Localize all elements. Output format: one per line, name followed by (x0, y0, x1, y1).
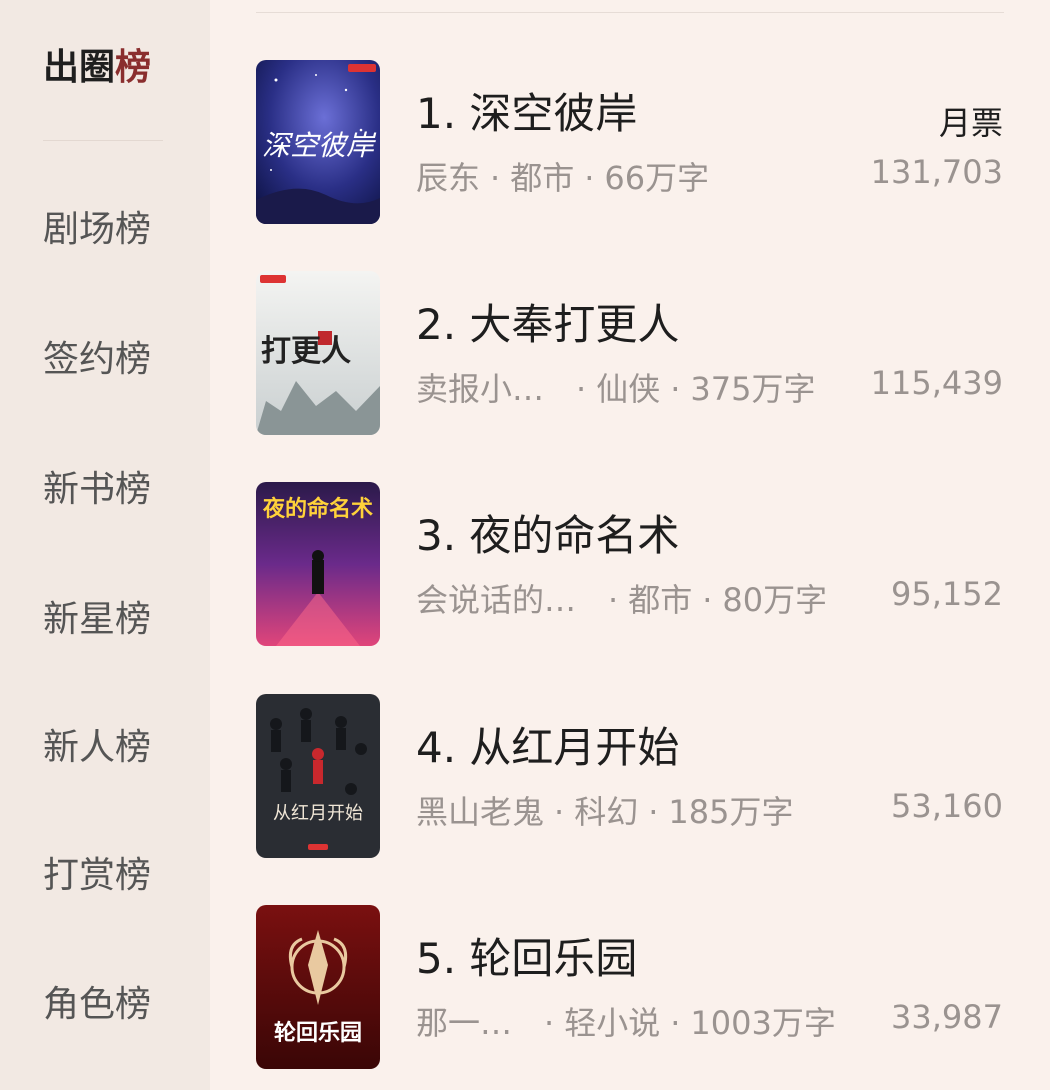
sidebar-item-xinxing[interactable]: 新星榜 (43, 590, 151, 642)
book-title[interactable]: 1. 深空彼岸 (416, 80, 637, 141)
book-meta: 卖报小… · 仙侠 · 375万字 (416, 370, 816, 408)
book-row[interactable]: 夜的命名术 3. 夜的命名术 会说话的… · 都市 · 80万字 95,152 (210, 482, 1050, 652)
book-row[interactable]: 从红月开始 4. 从红月开始 黑山老鬼 · 科幻 · 185万字 53,160 (210, 694, 1050, 864)
ranking-sidebar: 出圈榜 剧场榜 签约榜 新书榜 新星榜 新人榜 打赏榜 角色榜 (0, 0, 210, 1090)
votes-column-label: 月票 (938, 104, 1003, 142)
book-word-count: 375万字 (690, 370, 816, 408)
book-cover[interactable]: 深空彼岸 (256, 60, 380, 224)
book-votes: 115,439 (870, 364, 1003, 402)
book-cover[interactable]: 轮回乐园 (256, 905, 380, 1069)
book-genre: 仙侠 (596, 370, 661, 408)
book-cover[interactable]: 从红月开始 (256, 694, 380, 858)
sidebar-item-qianyue[interactable]: 签约榜 (43, 330, 151, 382)
book-cover[interactable]: 夜的命名术 (256, 482, 380, 646)
book-meta: 会说话的… · 都市 · 80万字 (416, 581, 828, 619)
book-author: 卖报小… (416, 370, 545, 408)
book-word-count: 185万字 (668, 793, 794, 831)
top-divider (256, 12, 1004, 13)
book-word-count: 66万字 (604, 159, 710, 197)
book-meta: 辰东 · 都市 · 66万字 (416, 159, 710, 197)
book-votes: 53,160 (891, 787, 1003, 825)
sidebar-item-juese[interactable]: 角色榜 (43, 975, 151, 1027)
book-meta: 那一… · 轻小说 · 1003万字 (416, 1004, 836, 1042)
book-votes: 33,987 (891, 998, 1003, 1036)
book-row[interactable]: 深空彼岸 1. 深空彼岸 月票 辰东 · 都市 · 66万字 131,703 (210, 60, 1050, 230)
book-title[interactable]: 2. 大奉打更人 (416, 291, 679, 352)
sidebar-item-juchang[interactable]: 剧场榜 (43, 200, 151, 252)
book-votes: 131,703 (870, 153, 1003, 191)
book-genre: 都市 (628, 581, 693, 619)
cover-title: 轮回乐园 (274, 1020, 362, 1046)
book-votes: 95,152 (891, 575, 1003, 613)
sidebar-item-chuquan[interactable]: 出圈榜 (43, 38, 151, 90)
sidebar-item-dashang[interactable]: 打赏榜 (43, 846, 151, 898)
cover-title: 深空彼岸 (262, 129, 377, 162)
book-word-count: 1003万字 (690, 1004, 836, 1042)
sidebar-divider (43, 140, 163, 141)
cover-title: 打更人 (261, 334, 351, 369)
cover-title: 夜的命名术 (262, 496, 373, 522)
book-genre: 轻小说 (564, 1004, 661, 1042)
book-genre: 科幻 (574, 793, 639, 831)
book-author: 会说话的… (416, 581, 577, 619)
book-meta: 黑山老鬼 · 科幻 · 185万字 (416, 793, 794, 831)
book-word-count: 80万字 (722, 581, 828, 619)
sidebar-item-label: 出圈 (43, 47, 116, 88)
ranking-list: 深空彼岸 1. 深空彼岸 月票 辰东 · 都市 · 66万字 131,703 打… (210, 0, 1050, 1090)
book-author: 黑山老鬼 (416, 793, 545, 831)
book-title[interactable]: 3. 夜的命名术 (416, 502, 679, 563)
book-row[interactable]: 轮回乐园 5. 轮回乐园 那一… · 轻小说 · 1003万字 33,987 (210, 905, 1050, 1075)
book-row[interactable]: 打更人 2. 大奉打更人 卖报小… · 仙侠 · 375万字 115,439 (210, 271, 1050, 441)
sidebar-item-xinren[interactable]: 新人榜 (43, 718, 151, 770)
book-title[interactable]: 5. 轮回乐园 (416, 925, 637, 986)
sidebar-item-label-accent: 榜 (115, 47, 152, 88)
book-cover[interactable]: 打更人 (256, 271, 380, 435)
book-author: 辰东 (416, 159, 481, 197)
sidebar-item-xinshu[interactable]: 新书榜 (43, 460, 151, 512)
book-author: 那一… (416, 1004, 513, 1042)
book-title[interactable]: 4. 从红月开始 (416, 714, 679, 775)
cover-title: 从红月开始 (273, 803, 363, 824)
book-genre: 都市 (510, 159, 575, 197)
